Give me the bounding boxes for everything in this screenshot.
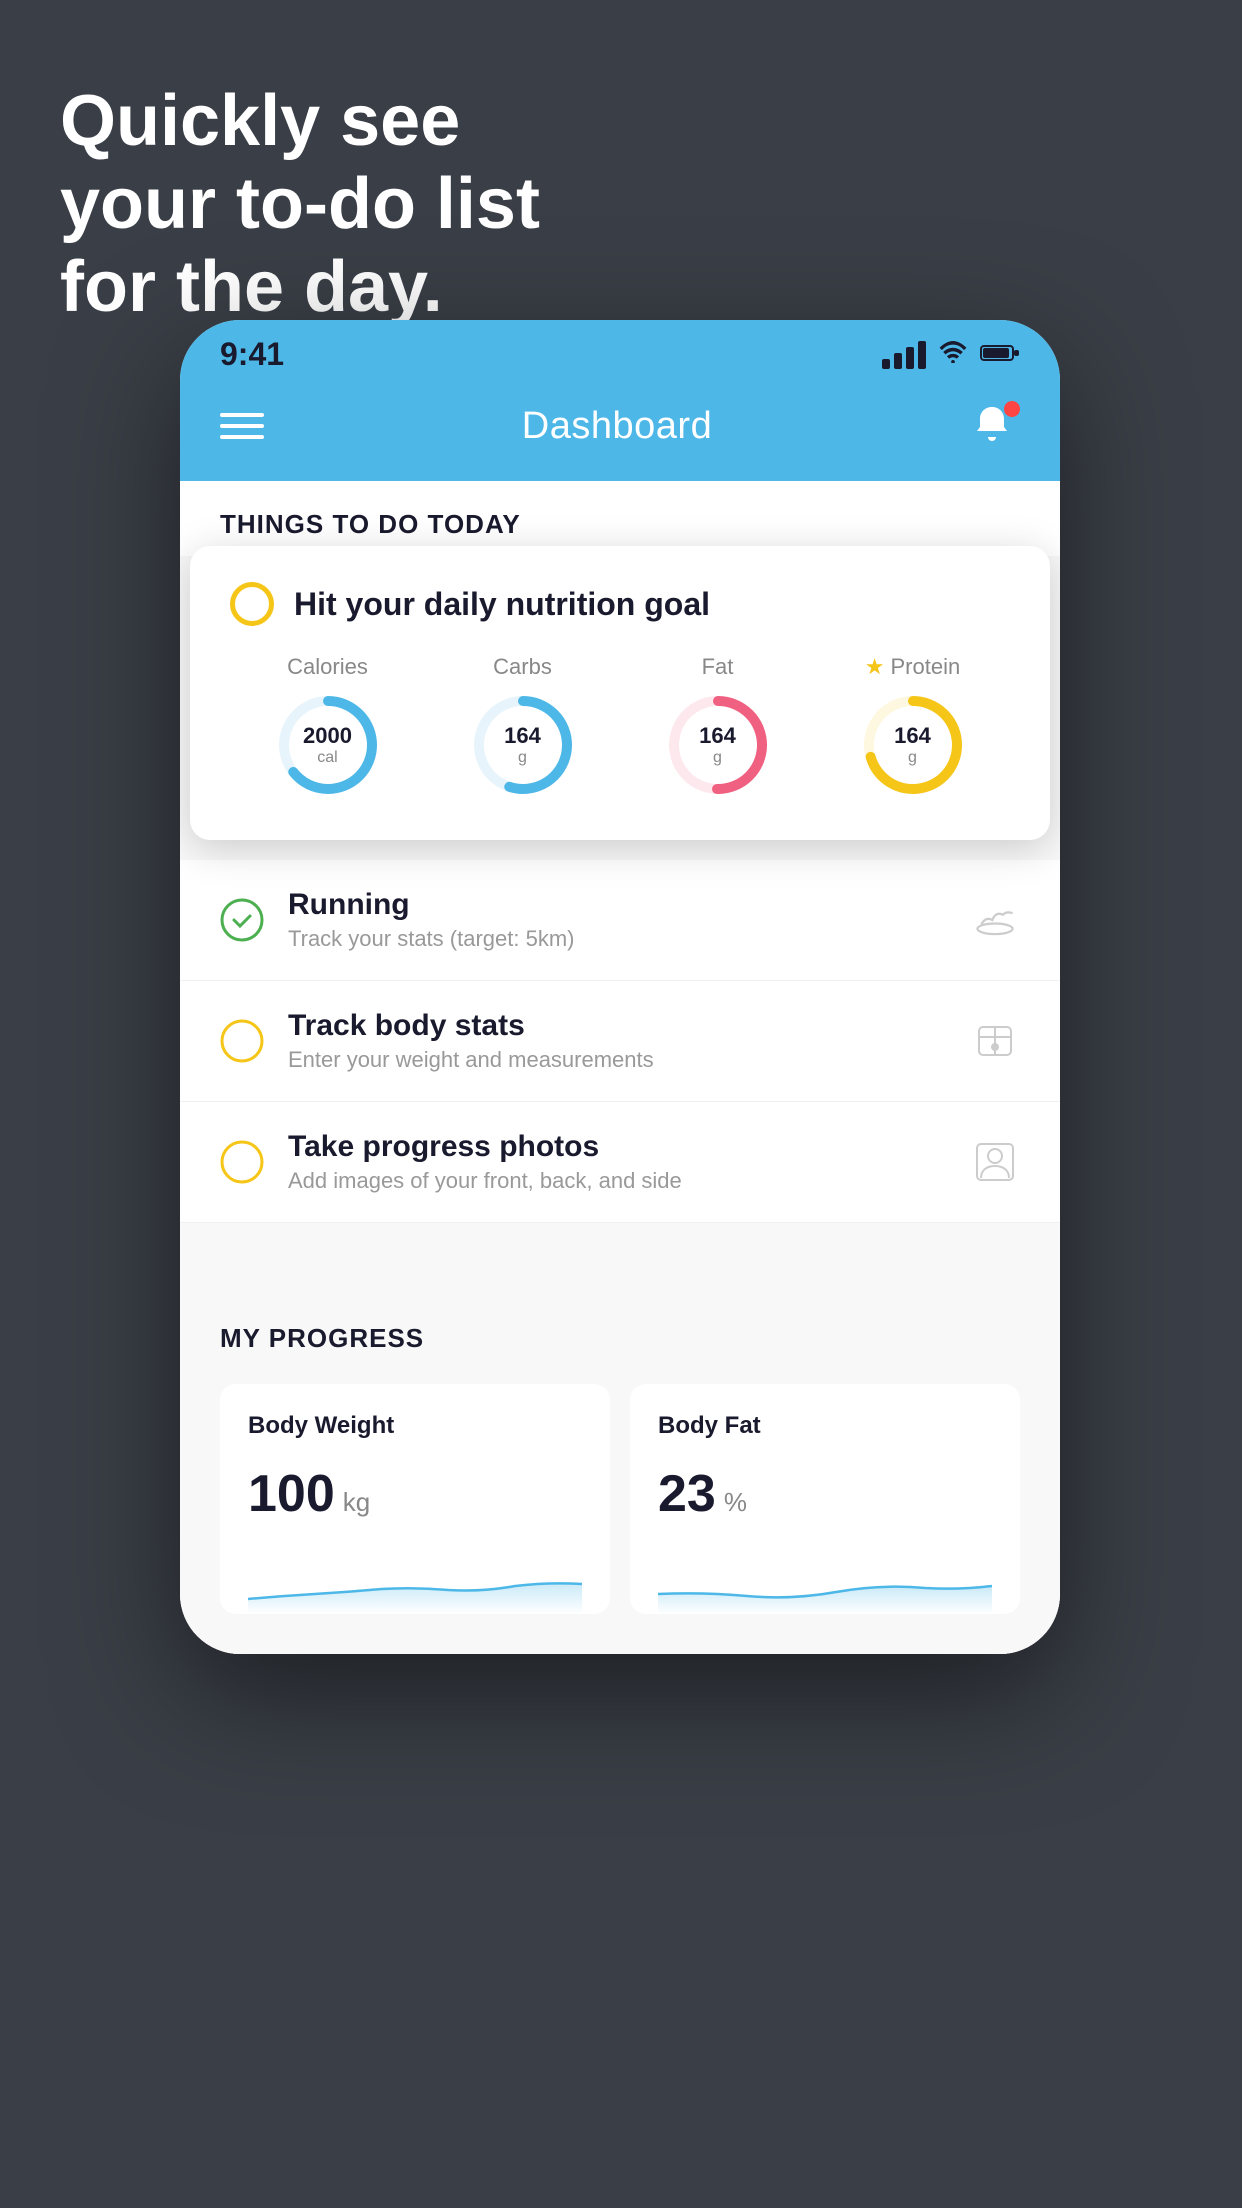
calories-value: 2000 (303, 723, 352, 749)
progress-title: MY PROGRESS (220, 1323, 1020, 1354)
todo-item-running[interactable]: Running Track your stats (target: 5km) (180, 860, 1060, 981)
progress-cards: Body Weight 100 kg (220, 1384, 1020, 1614)
nutrition-title: Hit your daily nutrition goal (294, 586, 710, 623)
signal-icon (882, 341, 926, 369)
body-fat-card[interactable]: Body Fat 23 % (630, 1384, 1020, 1614)
body-stats-check-circle[interactable] (220, 1019, 264, 1063)
notification-dot (1004, 401, 1020, 417)
macro-protein-label: ★ Protein (865, 654, 960, 680)
protein-donut: 164 g (858, 690, 968, 800)
photos-title: Take progress photos (288, 1130, 946, 1164)
photos-check-circle[interactable] (220, 1140, 264, 1184)
photos-subtitle: Add images of your front, back, and side (288, 1168, 946, 1194)
running-subtitle: Track your stats (target: 5km) (288, 926, 946, 952)
running-check-circle[interactable] (220, 898, 264, 942)
app-header: Dashboard (180, 381, 1060, 481)
todo-list: Running Track your stats (target: 5km) T… (180, 860, 1060, 1223)
macro-carbs-label: Carbs (493, 654, 552, 680)
bell-icon[interactable] (970, 401, 1020, 451)
body-fat-unit: % (724, 1487, 747, 1518)
body-stats-subtitle: Enter your weight and measurements (288, 1047, 946, 1073)
running-icon (970, 895, 1020, 945)
wifi-icon (938, 339, 968, 370)
calories-donut: 2000 cal (273, 690, 383, 800)
macro-carbs: Carbs 164 g (468, 654, 578, 800)
spacer (180, 1223, 1060, 1273)
status-time: 9:41 (220, 336, 284, 373)
body-weight-chart (248, 1554, 582, 1614)
body-fat-value: 23 (658, 1464, 716, 1524)
protein-value: 164 (894, 723, 931, 749)
fat-donut: 164 g (663, 690, 773, 800)
body-stats-title: Track body stats (288, 1009, 946, 1043)
hamburger-button[interactable] (220, 413, 264, 439)
body-fat-card-title: Body Fat (658, 1412, 992, 1440)
app-content: THINGS TO DO TODAY Hit your daily nutrit… (180, 481, 1060, 1654)
body-weight-card-title: Body Weight (248, 1412, 582, 1440)
carbs-value: 164 (504, 723, 541, 749)
carbs-donut: 164 g (468, 690, 578, 800)
progress-section: MY PROGRESS Body Weight 100 kg (180, 1273, 1060, 1654)
macro-fat: Fat 164 g (663, 654, 773, 800)
nutrition-card: Hit your daily nutrition goal Calories (190, 546, 1050, 840)
phone-frame: 9:41 (180, 320, 1060, 1654)
macro-calories: Calories 2000 cal (273, 654, 383, 800)
star-icon: ★ (865, 654, 885, 680)
things-section-header: THINGS TO DO TODAY (180, 481, 1060, 556)
person-icon (970, 1137, 1020, 1187)
macro-fat-label: Fat (702, 654, 734, 680)
headline: Quickly see your to-do list for the day. (60, 80, 540, 328)
macros-row: Calories 2000 cal (230, 654, 1010, 800)
body-fat-chart (658, 1554, 992, 1614)
todo-item-body-stats[interactable]: Track body stats Enter your weight and m… (180, 981, 1060, 1102)
status-bar: 9:41 (180, 320, 1060, 381)
body-weight-card[interactable]: Body Weight 100 kg (220, 1384, 610, 1614)
macro-protein: ★ Protein 164 g (858, 654, 968, 800)
macro-calories-label: Calories (287, 654, 368, 680)
nutrition-check-circle[interactable] (230, 582, 274, 626)
body-weight-unit: kg (343, 1487, 370, 1518)
battery-icon (980, 339, 1020, 370)
running-title: Running (288, 888, 946, 922)
app-title: Dashboard (522, 405, 712, 448)
things-section-title: THINGS TO DO TODAY (220, 509, 521, 539)
scale-icon (970, 1016, 1020, 1066)
status-icons (882, 339, 1020, 370)
fat-value: 164 (699, 723, 736, 749)
todo-item-photos[interactable]: Take progress photos Add images of your … (180, 1102, 1060, 1223)
body-weight-value: 100 (248, 1464, 335, 1524)
